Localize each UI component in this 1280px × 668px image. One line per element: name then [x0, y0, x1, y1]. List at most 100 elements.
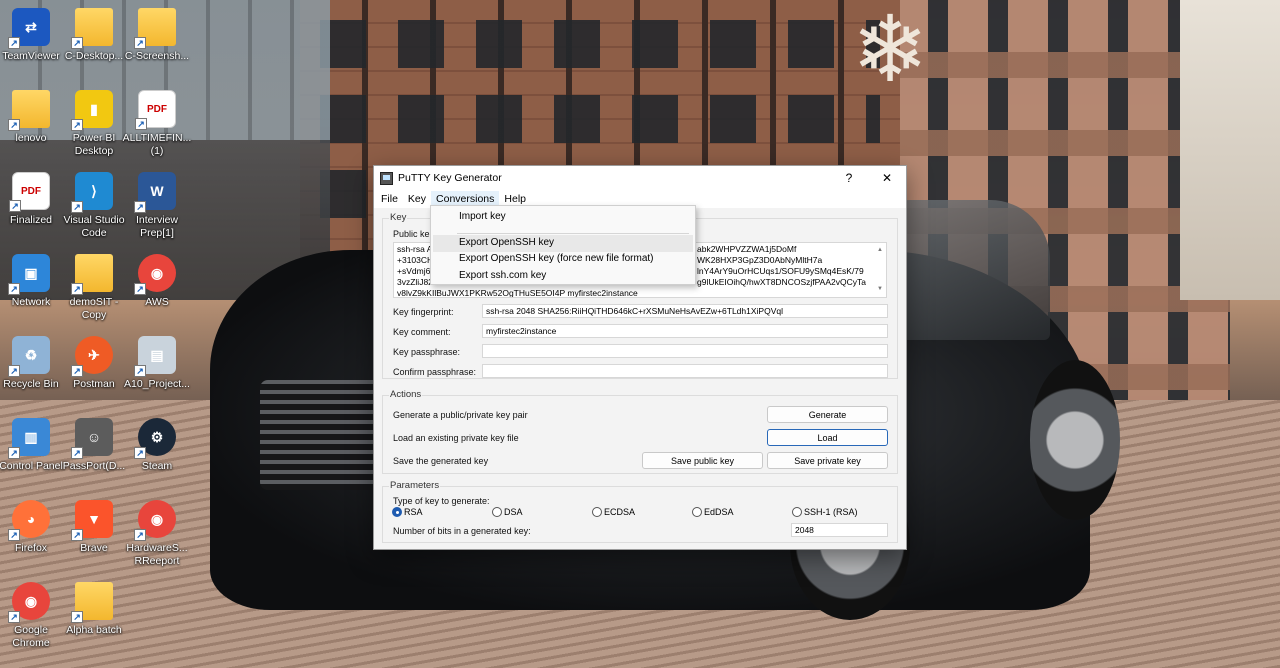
- shortcut-arrow-icon: ↗: [8, 37, 20, 49]
- desktop-icon[interactable]: ◉ ↗ HardwareS... RReeport: [121, 500, 193, 568]
- menu-separator: [457, 233, 689, 234]
- desktop-icon[interactable]: PDF ↗ ALLTIMEFIN... (1): [121, 90, 193, 158]
- confirm-passphrase-field[interactable]: [482, 364, 888, 378]
- menu-item-export-openssh-new[interactable]: Export OpenSSH key (force new file forma…: [459, 253, 654, 264]
- desktop-icon-glyph-icon: PDF ↗: [9, 172, 50, 212]
- desktop-icon[interactable]: ↗ C-Screensh...: [121, 8, 193, 63]
- putty-app-icon: [380, 171, 393, 185]
- shortcut-arrow-icon: ↗: [134, 529, 146, 541]
- desktop-icon[interactable]: ✈ ↗ Postman: [58, 336, 130, 391]
- help-button[interactable]: ?: [830, 166, 868, 190]
- desktop-icon-glyph-icon: ▮ ↗: [71, 90, 113, 131]
- shortcut-arrow-icon: ↗: [71, 529, 83, 541]
- desktop-icon-label: Power BI Desktop: [72, 132, 116, 157]
- shortcut-arrow-icon: ↗: [8, 611, 20, 623]
- shortcut-arrow-icon: ↗: [134, 201, 146, 213]
- desktop-icon[interactable]: ↗ C-Desktop...: [58, 8, 130, 63]
- desktop-icon-label: Postman: [73, 378, 115, 390]
- desktop-icon[interactable]: ↗ Alpha batch: [58, 582, 130, 637]
- desktop-icon-glyph-icon: ↗: [71, 254, 113, 295]
- desktop-icon-glyph-icon: ▥ ↗: [8, 418, 50, 459]
- menu-file[interactable]: File: [376, 191, 403, 207]
- desktop-icon-label: ALLTIMEFIN... (1): [122, 132, 192, 157]
- desktop-icon-label: Interview Prep[1]: [135, 214, 178, 239]
- shortcut-arrow-icon: ↗: [8, 119, 20, 131]
- shortcut-arrow-icon: ↗: [71, 447, 83, 459]
- snowflake-decoration-icon: ❄: [851, 0, 929, 101]
- save-public-key-button[interactable]: Save public key: [642, 452, 763, 469]
- public-key-tail-line: lnY4ArY9uOrHCUqs1/SOFU9ySMq4EsK/79: [697, 266, 864, 276]
- key-type-label: Type of key to generate:: [393, 496, 490, 506]
- desktop-icon[interactable]: ◉ ↗ AWS: [121, 254, 193, 309]
- desktop-icon[interactable]: ⚙ ↗ Steam: [121, 418, 193, 473]
- radio-dot: [792, 507, 802, 517]
- desktop-icon-label: AWS: [145, 296, 169, 308]
- desktop-icon-label: Alpha batch: [66, 624, 122, 636]
- desktop-icon-label: Control Panel: [0, 460, 63, 472]
- radio-ecdsa[interactable]: ECDSA: [592, 507, 635, 517]
- desktop-icon[interactable]: ▼ ↗ Brave: [58, 500, 130, 555]
- radio-dot: [492, 507, 502, 517]
- menu-item-import-key[interactable]: Import key: [459, 211, 506, 222]
- desktop-icon[interactable]: ⟩ ↗ Visual Studio Code: [58, 172, 130, 240]
- save-private-key-button[interactable]: Save private key: [767, 452, 888, 469]
- desktop-icon-label: demoSIT - Copy: [69, 296, 119, 321]
- desktop-icon-label: C-Desktop...: [64, 50, 124, 62]
- desktop-icon[interactable]: ▥ ↗ Control Panel: [0, 418, 67, 473]
- radio-dsa[interactable]: DSA: [492, 507, 523, 517]
- radio-rsa[interactable]: RSA: [392, 507, 423, 517]
- desktop-icon-label: C-Screensh...: [124, 50, 190, 62]
- radio-ssh1-rsa[interactable]: SSH-1 (RSA): [792, 507, 858, 517]
- desktop-icon-glyph-icon: ⇄ ↗: [8, 8, 50, 49]
- desktop-icon-glyph-icon: ↗: [134, 8, 176, 49]
- menu-key[interactable]: Key: [403, 191, 431, 207]
- desktop-icon-glyph-icon: PDF ↗: [135, 90, 176, 130]
- desktop-icon[interactable]: ▤ ↗ A10_Project...: [121, 336, 193, 391]
- menu-item-export-sshcom[interactable]: Export ssh.com key: [459, 270, 546, 281]
- shortcut-arrow-icon: ↗: [134, 447, 146, 459]
- public-key-tail-line: abk2WHPVZZWA1j5DoMf: [697, 244, 797, 254]
- scroll-up-icon[interactable]: ▲: [877, 245, 883, 256]
- desktop-icon[interactable]: ↗ lenovo: [0, 90, 67, 145]
- bits-field[interactable]: 2048: [791, 523, 888, 537]
- desktop-icon[interactable]: ▮ ↗ Power BI Desktop: [58, 90, 130, 158]
- desktop-icon-label: Recycle Bin: [3, 378, 59, 390]
- desktop-icon-label: HardwareS... RReeport: [126, 542, 188, 567]
- passphrase-field[interactable]: [482, 344, 888, 358]
- load-button[interactable]: Load: [767, 429, 888, 446]
- desktop-icon[interactable]: ◉ ↗ Google Chrome: [0, 582, 67, 650]
- radio-dot: [692, 507, 702, 517]
- radio-eddsa[interactable]: EdDSA: [692, 507, 734, 517]
- actions-group-label: Actions: [389, 389, 423, 400]
- desktop-icon[interactable]: ◕ ↗ Firefox: [0, 500, 67, 555]
- desktop-icon[interactable]: ⇄ ↗ TeamViewer: [0, 8, 67, 63]
- comment-field[interactable]: myfirstec2instance: [482, 324, 888, 338]
- desktop-icon[interactable]: W ↗ Interview Prep[1]: [121, 172, 193, 240]
- title-bar[interactable]: PuTTY Key Generator ? ✕: [374, 166, 906, 190]
- desktop-icon[interactable]: ▣ ↗ Network: [0, 254, 67, 309]
- desktop-icon-glyph-icon: ⚙ ↗: [134, 418, 176, 459]
- shortcut-arrow-icon: ↗: [134, 365, 146, 377]
- desktop-icon-label: Firefox: [14, 542, 48, 554]
- desktop-icon[interactable]: ↗ demoSIT - Copy: [58, 254, 130, 322]
- fingerprint-field[interactable]: ssh-rsa 2048 SHA256:RiiHQiTHD646kC+rXSMu…: [482, 304, 888, 318]
- close-button[interactable]: ✕: [868, 166, 906, 190]
- bits-label: Number of bits in a generated key:: [393, 526, 531, 536]
- scroll-down-icon[interactable]: ▼: [877, 284, 883, 295]
- shortcut-arrow-icon: ↗: [71, 37, 83, 49]
- shortcut-arrow-icon: ↗: [71, 365, 83, 377]
- desktop-icon[interactable]: PDF ↗ Finalized: [0, 172, 67, 227]
- desktop-icon-glyph-icon: ▤ ↗: [134, 336, 176, 377]
- desktop-icon-label: lenovo: [15, 132, 47, 144]
- desktop-icon-glyph-icon: ↗: [8, 90, 50, 131]
- generate-button[interactable]: Generate: [767, 406, 888, 423]
- radio-label: DSA: [504, 507, 523, 517]
- fingerprint-label: Key fingerprint:: [393, 307, 454, 317]
- desktop-icon-label: Google Chrome: [12, 624, 50, 649]
- desktop-icon-glyph-icon: ⟩ ↗: [71, 172, 113, 213]
- desktop-icon[interactable]: ♻ ↗ Recycle Bin: [0, 336, 67, 391]
- desktop-icon[interactable]: ☺ ↗ PassPort(D...: [58, 418, 130, 473]
- shortcut-arrow-icon: ↗: [8, 447, 20, 459]
- desktop-icon-glyph-icon: ◉ ↗: [134, 254, 176, 295]
- menu-item-export-openssh[interactable]: Export OpenSSH key: [459, 237, 554, 248]
